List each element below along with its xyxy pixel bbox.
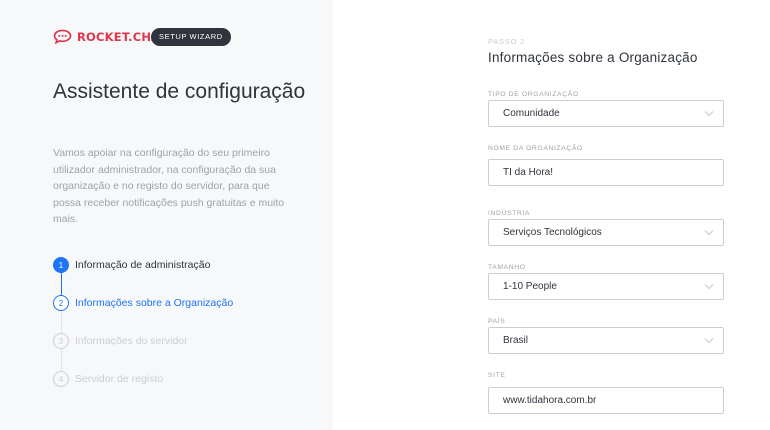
step-register-server: 4 Servidor de registo (53, 371, 163, 387)
step-label: Informações do servidor (75, 335, 188, 347)
page-description: Vamos apoiar na configuração do seu prim… (53, 147, 285, 225)
size-select[interactable]: 1-10 People (488, 273, 724, 300)
industry-label: INDÚSTRIA (488, 210, 531, 217)
org-name-value: TI da Hora! (503, 167, 554, 178)
step-connector (60, 273, 62, 295)
org-type-select[interactable]: Comunidade (488, 100, 724, 127)
country-label: PAÍS (488, 318, 506, 325)
form-title: Informações sobre a Organização (488, 50, 698, 65)
site-value: www.tidahora.com.br (503, 395, 597, 406)
chevron-down-icon (704, 230, 714, 236)
rocket-chat-logo-icon (53, 29, 72, 44)
setup-wizard-badge: SETUP WIZARD (151, 28, 231, 46)
step-connector (60, 311, 62, 333)
industry-value: Serviços Tecnológicos (503, 227, 602, 238)
country-value: Brasil (503, 335, 529, 346)
step-label: Servidor de registo (75, 373, 164, 385)
site-label: SITE (488, 372, 506, 379)
org-name-label: NOME DA ORGANIZAÇÃO (488, 145, 583, 152)
step-label: Informação de administração (75, 259, 211, 271)
country-select[interactable]: Brasil (488, 327, 724, 354)
org-name-input[interactable]: TI da Hora! (488, 159, 724, 186)
step-number: 4 (53, 371, 69, 387)
step-number: 2 (53, 295, 69, 311)
step-caption: PASSO 2 (488, 37, 526, 46)
page-title: Assistente de configuração (53, 80, 306, 103)
step-number: 3 (53, 333, 69, 349)
step-organization-info[interactable]: 2 Informações sobre a Organização (53, 295, 233, 311)
org-type-value: Comunidade (503, 108, 560, 119)
step-number: 1 (53, 257, 69, 273)
org-type-label: TIPO DE ORGANIZAÇÃO (488, 91, 579, 98)
chevron-down-icon (704, 111, 714, 117)
step-label: Informações sobre a Organização (75, 297, 234, 309)
step-connector (60, 349, 62, 371)
industry-select[interactable]: Serviços Tecnológicos (488, 219, 724, 246)
site-input[interactable]: www.tidahora.com.br (488, 387, 724, 414)
size-value: 1-10 People (503, 281, 557, 292)
size-label: TAMANHO (488, 264, 526, 271)
chevron-down-icon (704, 284, 714, 290)
step-server-info: 3 Informações do servidor (53, 333, 188, 349)
step-admin-info[interactable]: 1 Informação de administração (53, 257, 210, 273)
chevron-down-icon (704, 338, 714, 344)
